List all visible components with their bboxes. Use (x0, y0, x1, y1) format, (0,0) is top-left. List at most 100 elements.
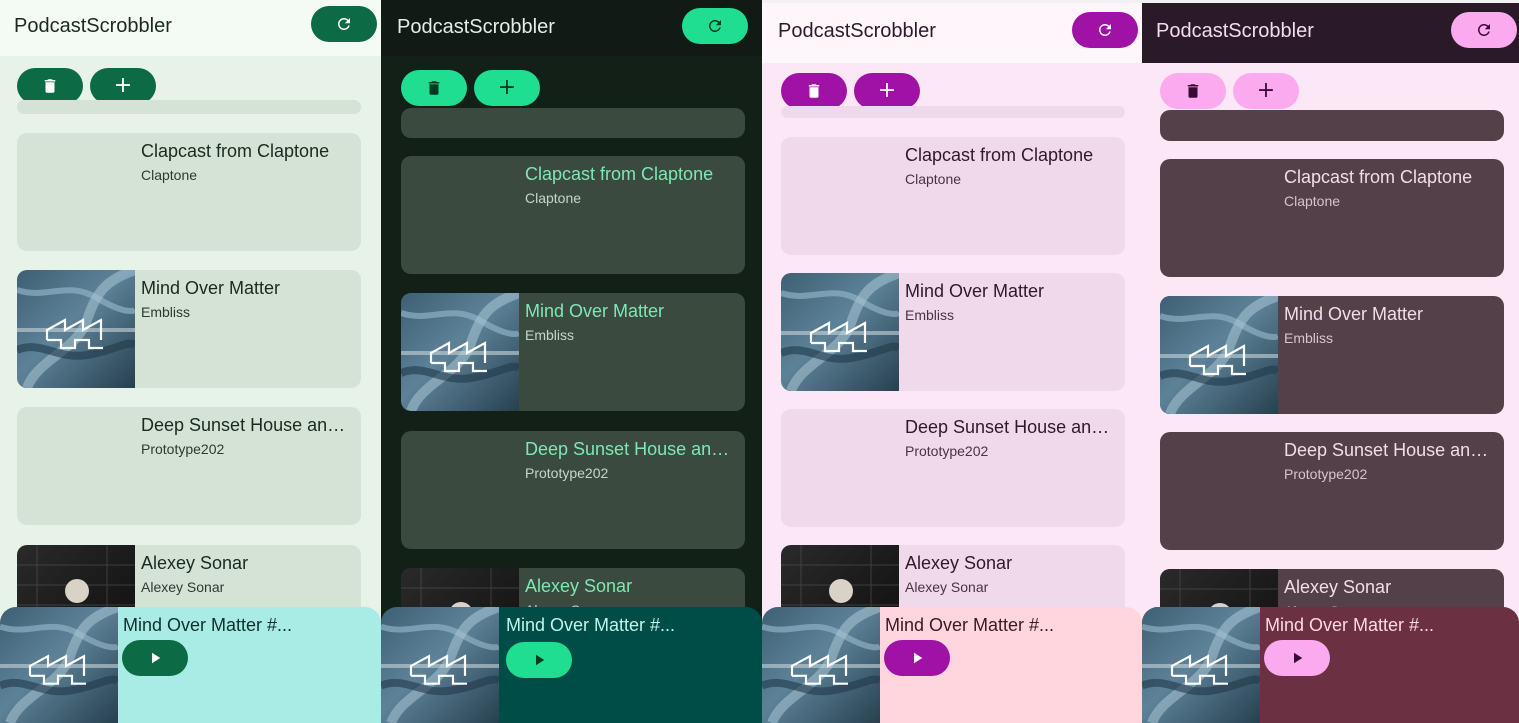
episode-author: Claptone (525, 190, 582, 206)
player-artwork (0, 607, 118, 723)
episode-card[interactable]: Clapcast from Claptone Claptone (401, 156, 745, 274)
episode-title: Deep Sunset House and Melodic Techno (525, 439, 735, 459)
episode-card-partial[interactable] (781, 106, 1125, 118)
episode-title: Mind Over Matter (905, 281, 1045, 301)
episode-author: Embliss (905, 307, 955, 323)
action-row: + (17, 68, 156, 104)
play-icon (146, 649, 164, 667)
app-title: PodcastScrobbler (14, 15, 172, 37)
episode-card[interactable]: Clapcast from Claptone Claptone (1160, 159, 1504, 277)
episode-artwork (17, 270, 135, 388)
action-row: + (401, 70, 540, 106)
trash-icon (425, 79, 443, 97)
add-button[interactable]: + (854, 73, 920, 109)
episode-author: Alexey Sonar (141, 579, 225, 595)
episode-title: Deep Sunset House and Melodic Techno (141, 415, 351, 435)
player-artwork (1142, 607, 1260, 723)
mini-player[interactable]: Mind Over Matter #... (762, 607, 1142, 723)
episode-card[interactable]: Mind Over Matter Embliss (781, 273, 1125, 391)
episode-author: Prototype202 (141, 441, 225, 457)
theme-panel-purple-light: PodcastScrobbler + Clapcast from Clapton… (762, 0, 1142, 723)
refresh-button[interactable] (311, 6, 377, 42)
episode-author: Alexey Sonar (905, 579, 989, 595)
episode-title: Clapcast from Claptone (141, 141, 330, 161)
episode-card[interactable]: Deep Sunset House and Melodic Techno Pro… (401, 431, 745, 549)
refresh-icon (1096, 21, 1114, 39)
plus-icon: + (113, 73, 133, 98)
theme-panel-green-light: PodcastScrobbler + Clapcast from Clapton… (0, 0, 381, 723)
mini-player[interactable]: Mind Over Matter #... (0, 607, 381, 723)
episode-card[interactable]: Mind Over Matter Embliss (17, 270, 361, 388)
episode-title: Deep Sunset House and Melodic Techno (905, 417, 1115, 437)
episode-title: Clapcast from Claptone (905, 145, 1094, 165)
episode-title: Clapcast from Claptone (1284, 167, 1473, 187)
top-app-bar: PodcastScrobbler (0, 0, 381, 56)
theme-panel-purple-dark: PodcastScrobbler + Clapcast from Clapton… (1142, 0, 1519, 723)
plus-icon: + (1256, 78, 1276, 103)
app-title: PodcastScrobbler (778, 20, 936, 42)
play-icon (530, 651, 548, 669)
refresh-button[interactable] (1451, 12, 1517, 48)
delete-button[interactable] (17, 68, 83, 104)
episode-author: Prototype202 (1284, 466, 1368, 482)
episode-card[interactable]: Deep Sunset House and Melodic Techno Pro… (1160, 432, 1504, 550)
top-app-bar: PodcastScrobbler (762, 0, 1142, 63)
episode-card[interactable]: Mind Over Matter Embliss (401, 293, 745, 411)
episode-card[interactable]: Clapcast from Claptone Claptone (17, 133, 361, 251)
player-title: Mind Over Matter #... (1265, 615, 1435, 635)
refresh-button[interactable] (682, 8, 748, 44)
delete-button[interactable] (401, 70, 467, 106)
episode-author: Claptone (905, 171, 962, 187)
action-row: + (781, 73, 920, 109)
mini-player[interactable]: Mind Over Matter #... (381, 607, 762, 723)
episode-title: Mind Over Matter (525, 301, 665, 321)
play-icon (908, 649, 926, 667)
episode-title: Mind Over Matter (1284, 304, 1424, 324)
delete-button[interactable] (1160, 73, 1226, 109)
trash-icon (805, 82, 823, 100)
refresh-icon (1475, 21, 1493, 39)
app-title: PodcastScrobbler (1156, 20, 1314, 42)
episode-title: Mind Over Matter (141, 278, 281, 298)
episode-author: Embliss (525, 327, 575, 343)
add-button[interactable]: + (474, 70, 540, 106)
plus-icon: + (877, 78, 897, 103)
player-artwork (381, 607, 499, 723)
player-title: Mind Over Matter #... (506, 615, 676, 635)
plus-icon: + (497, 75, 517, 100)
refresh-icon (706, 17, 724, 35)
play-button[interactable] (122, 640, 188, 676)
episode-card-partial[interactable] (1160, 110, 1504, 141)
action-row: + (1160, 73, 1299, 109)
play-button[interactable] (884, 640, 950, 676)
episode-author: Embliss (1284, 330, 1334, 346)
episode-card[interactable]: Deep Sunset House and Melodic Techno Pro… (17, 407, 361, 525)
top-app-bar: PodcastScrobbler (1142, 0, 1519, 63)
play-button[interactable] (1264, 640, 1330, 676)
delete-button[interactable] (781, 73, 847, 109)
trash-icon (41, 77, 59, 95)
refresh-button[interactable] (1072, 12, 1138, 48)
mini-player[interactable]: Mind Over Matter #... (1142, 607, 1519, 723)
episode-card[interactable]: Mind Over Matter Embliss (1160, 296, 1504, 414)
add-button[interactable]: + (90, 68, 156, 104)
theme-panel-green-dark: PodcastScrobbler + Clapcast from Clapton… (381, 0, 762, 723)
episode-artwork (1160, 296, 1278, 414)
episode-title: Alexey Sonar (525, 576, 633, 596)
episode-card-partial[interactable] (17, 100, 361, 114)
play-button[interactable] (506, 642, 572, 678)
episode-title: Alexey Sonar (141, 553, 249, 573)
episode-author: Embliss (141, 304, 191, 320)
player-title: Mind Over Matter #... (123, 615, 293, 635)
app-title: PodcastScrobbler (397, 16, 555, 38)
add-button[interactable]: + (1233, 73, 1299, 109)
episode-title: Alexey Sonar (905, 553, 1013, 573)
episode-card[interactable]: Clapcast from Claptone Claptone (781, 137, 1125, 255)
episode-card[interactable]: Deep Sunset House and Melodic Techno Pro… (781, 409, 1125, 527)
episode-title: Alexey Sonar (1284, 577, 1392, 597)
episode-author: Prototype202 (905, 443, 989, 459)
trash-icon (1184, 82, 1202, 100)
player-artwork (762, 607, 880, 723)
episode-card-partial[interactable] (401, 108, 745, 138)
episode-author: Claptone (1284, 193, 1341, 209)
